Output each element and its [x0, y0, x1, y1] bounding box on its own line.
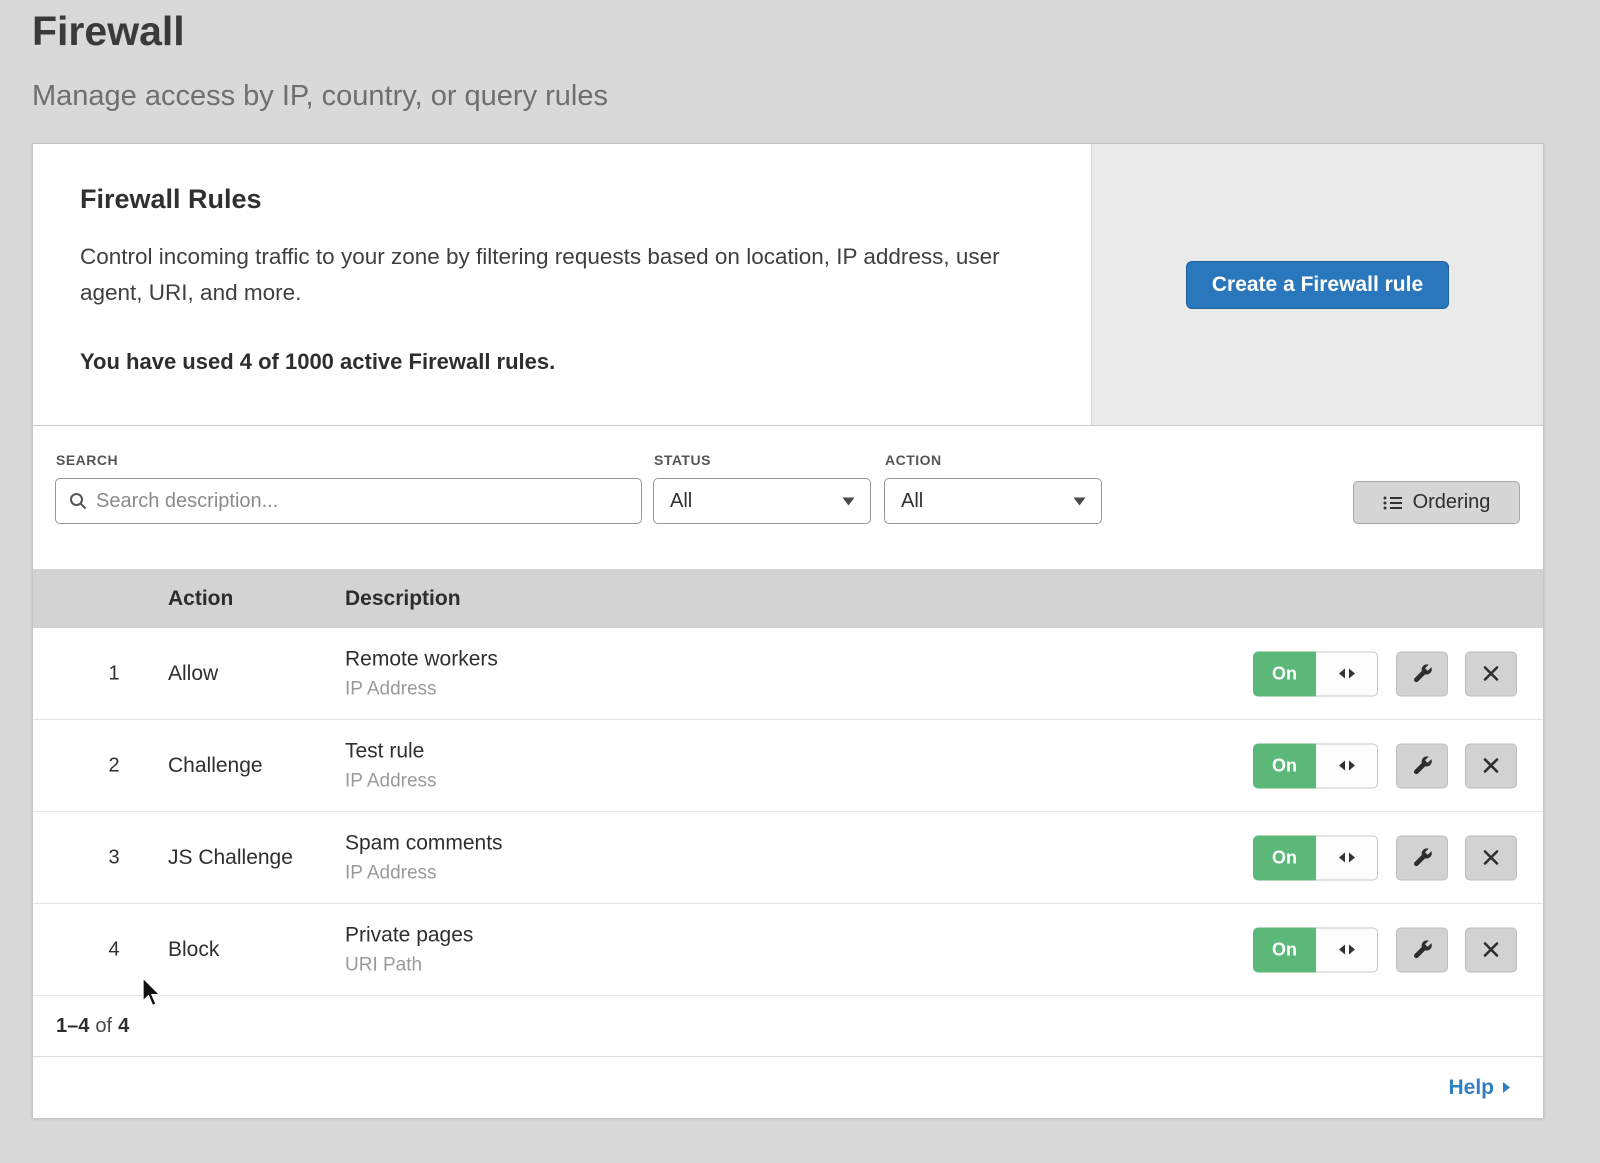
reorder-handle[interactable] — [1316, 743, 1378, 788]
chevron-right-icon — [1502, 1081, 1511, 1094]
rule-action: Allow — [168, 662, 218, 686]
search-icon — [69, 492, 87, 510]
reorder-handle[interactable] — [1316, 927, 1378, 972]
card-description: Control incoming traffic to your zone by… — [80, 239, 1040, 311]
rule-action: Challenge — [168, 754, 263, 778]
rule-description: Remote workers — [345, 647, 498, 671]
reorder-handle[interactable] — [1316, 651, 1378, 696]
help-row: Help — [33, 1057, 1543, 1118]
rule-priority: 1 — [89, 662, 139, 685]
left-right-arrows-icon — [1337, 852, 1357, 864]
rule-description: Spam comments — [345, 831, 503, 855]
rule-match-type: IP Address — [345, 862, 503, 884]
x-icon — [1482, 941, 1500, 959]
help-link-label: Help — [1448, 1076, 1494, 1100]
rule-action: Block — [168, 938, 219, 962]
pagination: 1–4 of 4 — [33, 996, 1543, 1057]
toggle-on-label: On — [1253, 651, 1316, 696]
page-subtitle: Manage access by IP, country, or query r… — [32, 80, 608, 113]
page-title: Firewall — [32, 8, 185, 55]
wrench-icon — [1411, 847, 1433, 869]
x-icon — [1482, 757, 1500, 775]
action-selected-value: All — [901, 490, 923, 513]
rule-priority: 4 — [89, 938, 139, 961]
ordering-button[interactable]: Ordering — [1353, 481, 1520, 524]
firewall-rules-card: Firewall Rules Control incoming traffic … — [32, 143, 1544, 1118]
toggle-on-label: On — [1253, 743, 1316, 788]
status-selected-value: All — [670, 490, 692, 513]
status-select[interactable]: All — [653, 478, 871, 524]
search-box[interactable] — [55, 478, 642, 524]
rule-edit-button[interactable] — [1396, 743, 1448, 788]
create-firewall-rule-button[interactable]: Create a Firewall rule — [1186, 261, 1449, 309]
rule-match-type: IP Address — [345, 678, 498, 700]
rule-action: JS Challenge — [168, 846, 293, 870]
left-right-arrows-icon — [1337, 944, 1357, 956]
search-label: SEARCH — [56, 452, 118, 468]
pagination-range: 1–4 — [56, 1015, 89, 1038]
usage-summary: You have used 4 of 1000 active Firewall … — [80, 349, 1043, 375]
reorder-handle[interactable] — [1316, 835, 1378, 880]
wrench-icon — [1411, 663, 1433, 685]
chevron-down-icon — [842, 497, 855, 506]
rule-delete-button[interactable] — [1465, 835, 1517, 880]
table-header: Action Description — [33, 569, 1543, 628]
action-label: ACTION — [885, 452, 942, 468]
rule-enabled-toggle[interactable]: On — [1253, 835, 1378, 880]
rule-delete-button[interactable] — [1465, 743, 1517, 788]
rule-enabled-toggle[interactable]: On — [1253, 927, 1378, 972]
table-row: 4 Block Private pages URI Path On — [33, 904, 1543, 996]
rule-description: Private pages — [345, 923, 473, 947]
rule-description: Test rule — [345, 739, 437, 763]
rule-delete-button[interactable] — [1465, 927, 1517, 972]
x-icon — [1482, 849, 1500, 867]
table-row: 3 JS Challenge Spam comments IP Address … — [33, 812, 1543, 904]
rule-priority: 2 — [89, 754, 139, 777]
rule-delete-button[interactable] — [1465, 651, 1517, 696]
left-right-arrows-icon — [1337, 668, 1357, 680]
toggle-on-label: On — [1253, 835, 1316, 880]
rule-edit-button[interactable] — [1396, 835, 1448, 880]
create-rule-panel: Create a Firewall rule — [1091, 144, 1543, 425]
ordering-button-label: Ordering — [1413, 491, 1491, 514]
pagination-total: 4 — [118, 1015, 129, 1038]
pagination-separator: of — [95, 1015, 112, 1038]
status-label: STATUS — [654, 452, 711, 468]
search-input[interactable] — [96, 490, 628, 513]
rule-edit-button[interactable] — [1396, 927, 1448, 972]
rule-edit-button[interactable] — [1396, 651, 1448, 696]
filters-bar: SEARCH STATUS All ACTION All — [33, 426, 1543, 569]
left-right-arrows-icon — [1337, 760, 1357, 772]
table-row: 1 Allow Remote workers IP Address On — [33, 628, 1543, 720]
rule-match-type: IP Address — [345, 770, 437, 792]
x-icon — [1482, 665, 1500, 683]
wrench-icon — [1411, 755, 1433, 777]
column-header-action: Action — [168, 569, 233, 628]
table-row: 2 Challenge Test rule IP Address On — [33, 720, 1543, 812]
rule-match-type: URI Path — [345, 954, 473, 976]
rule-priority: 3 — [89, 846, 139, 869]
toggle-on-label: On — [1253, 927, 1316, 972]
action-select[interactable]: All — [884, 478, 1102, 524]
column-header-description: Description — [345, 569, 461, 628]
wrench-icon — [1411, 939, 1433, 961]
help-link[interactable]: Help — [1448, 1076, 1511, 1100]
rule-enabled-toggle[interactable]: On — [1253, 743, 1378, 788]
chevron-down-icon — [1073, 497, 1086, 506]
card-title: Firewall Rules — [80, 184, 1043, 215]
rule-enabled-toggle[interactable]: On — [1253, 651, 1378, 696]
ordered-list-icon — [1383, 495, 1403, 511]
overview-section: Firewall Rules Control incoming traffic … — [33, 144, 1543, 426]
